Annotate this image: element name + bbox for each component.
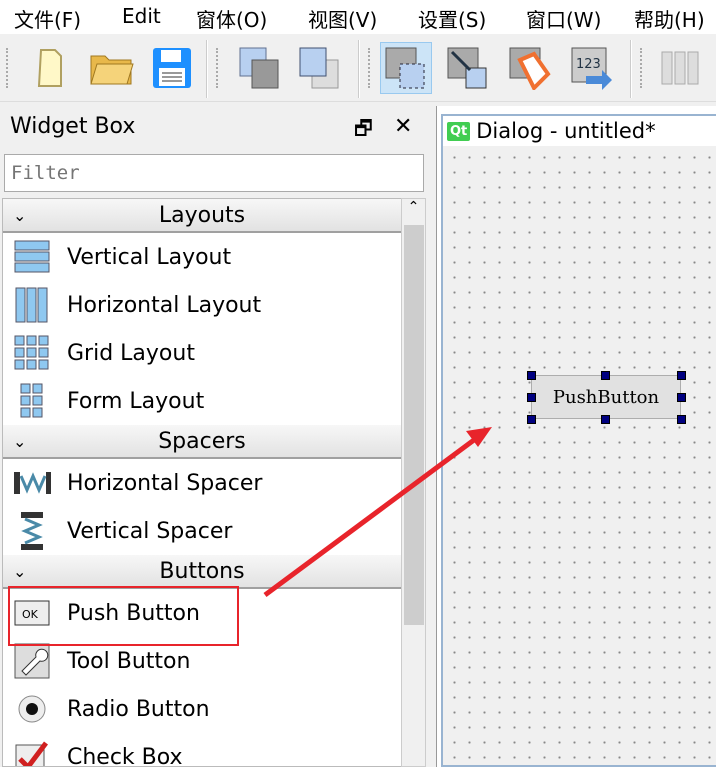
highlight-box	[8, 586, 239, 646]
annotation-overlay	[8, 427, 492, 646]
annotation-arrow	[263, 434, 480, 598]
